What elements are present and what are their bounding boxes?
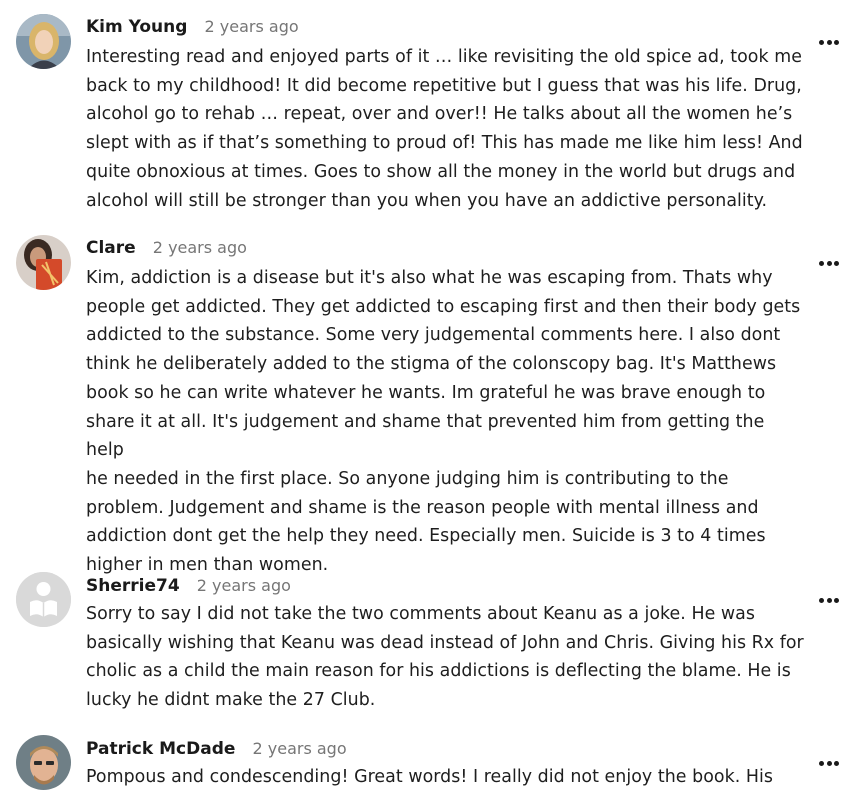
comment-meta: Patrick McDade 2 years ago <box>86 739 347 759</box>
more-options-icon[interactable] <box>816 757 842 771</box>
comment-timestamp[interactable]: 2 years ago <box>252 739 346 758</box>
comment-body: Pompous and condescending! Great words! … <box>86 767 773 787</box>
avatar-patrick-mcdade[interactable] <box>16 735 71 790</box>
comment-item: Patrick McDade 2 years ago Pompous and c… <box>0 0 858 791</box>
avatar-photo <box>16 735 71 790</box>
comment-author[interactable]: Patrick McDade <box>86 739 235 759</box>
